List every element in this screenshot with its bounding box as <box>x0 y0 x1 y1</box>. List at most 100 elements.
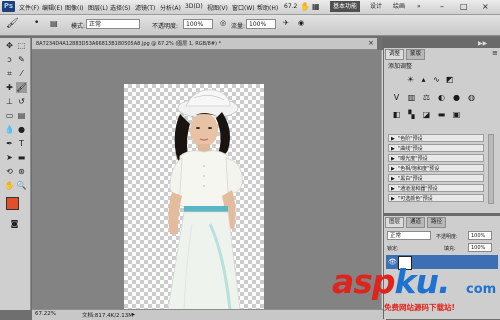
gradient-map-icon[interactable]: ▬ <box>437 110 446 119</box>
tab-adjustments[interactable]: 调整 <box>385 49 405 60</box>
marquee-tool-icon[interactable]: ⬚ <box>16 40 27 51</box>
menu-bar: Ps 文件(F) 编辑(E) 图像(I) 图层(L) 选择(S) 滤镜(T) 分… <box>0 0 500 15</box>
document-canvas[interactable] <box>124 84 264 310</box>
menu-image[interactable]: 图像(I) <box>65 3 83 12</box>
preset-levels[interactable]: ▶ "色阶"预设 <box>388 134 484 142</box>
quick-select-tool-icon[interactable]: ✎ <box>16 54 27 65</box>
airbrush-icon[interactable]: ✈ <box>283 19 289 27</box>
brightness-contrast-icon[interactable]: ☀ <box>406 75 415 84</box>
tablet-pressure-icon[interactable]: ◎ <box>220 19 226 27</box>
minimize-icon[interactable]: – <box>440 2 444 12</box>
zoom-tool-icon[interactable]: 🔍 <box>16 180 27 191</box>
menu-3d[interactable]: 3D(D) <box>185 3 203 10</box>
exposure-icon[interactable]: ◩ <box>445 75 454 84</box>
options-bar: 🖌 • ▤ 模式: 正常 不透明度: 100% ◎ 流量: 100% ✈ ◉ <box>0 15 500 36</box>
3d-camera-tool-icon[interactable]: ⊛ <box>16 166 27 177</box>
invert-icon[interactable]: ◧ <box>392 110 401 119</box>
status-doc-size: 文档:817.4K/2.13M <box>82 313 134 319</box>
3d-rotate-tool-icon[interactable]: ⟲ <box>4 166 15 177</box>
aspku-watermark: aspku. com 免费网站源码下载站! <box>330 262 500 319</box>
photo-filter-icon[interactable]: ● <box>452 93 461 102</box>
workspace-painting-button[interactable]: 绘画 <box>393 2 405 12</box>
quick-mask-icon[interactable]: ◙ <box>9 218 20 229</box>
workspace-design-button[interactable]: 设计 <box>370 2 382 12</box>
preset-exposure[interactable]: ▶ "曝光度"预设 <box>388 154 484 162</box>
foreground-color-swatch[interactable] <box>6 197 19 210</box>
black-white-icon[interactable]: ◐ <box>437 93 446 102</box>
layer-opacity-input[interactable]: 100% <box>468 231 492 240</box>
brush-tool-icon[interactable]: 🖌 <box>16 82 27 93</box>
crop-tool-icon[interactable]: ⌗ <box>4 68 15 79</box>
channel-mixer-icon[interactable]: ◍ <box>467 93 476 102</box>
panel-menu-icon[interactable]: ≡ <box>492 49 498 57</box>
menu-help[interactable]: 帮助(H) <box>257 3 278 12</box>
menu-window[interactable]: 窗口(W) <box>232 3 255 12</box>
preset-curves[interactable]: ▶ "曲线"预设 <box>388 144 484 152</box>
tab-paths[interactable]: 路径 <box>427 217 447 228</box>
menu-select[interactable]: 选择(S) <box>110 3 131 12</box>
mode-select[interactable]: 正常 <box>86 19 140 29</box>
tab-masks[interactable]: 蒙版 <box>406 49 426 60</box>
tab-layers[interactable]: 图层 <box>385 217 405 228</box>
fill-input[interactable]: 100% <box>468 243 492 252</box>
path-select-tool-icon[interactable]: ➤ <box>4 152 15 163</box>
woman-in-white-photo <box>167 89 243 310</box>
type-tool-icon[interactable]: T <box>16 138 27 149</box>
preset-black-white[interactable]: ▶ "黑白"预设 <box>388 174 484 182</box>
close-icon[interactable]: × <box>482 2 489 12</box>
brush-panel-icon[interactable]: ▤ <box>50 19 58 28</box>
healing-brush-tool-icon[interactable]: ✚ <box>4 82 15 93</box>
brush-tool-icon[interactable]: 🖌 <box>6 18 19 29</box>
pen-tool-icon[interactable]: ✒ <box>4 138 15 149</box>
color-balance-icon[interactable]: ⚖ <box>422 93 431 102</box>
menu-view[interactable]: 视图(V) <box>207 3 228 12</box>
preset-hue-saturation[interactable]: ▶ "色相/饱和度"预设 <box>388 164 484 172</box>
preset-selective-color[interactable]: ▶ "可选颜色"预设 <box>388 194 484 202</box>
presets-scrollbar[interactable] <box>488 134 494 204</box>
maximize-icon[interactable]: □ <box>460 2 468 12</box>
collapse-panels-icon[interactable]: ▶▶ <box>478 40 487 47</box>
arrange-docs-icon[interactable]: ▦ <box>312 2 320 12</box>
document-tab[interactable]: 8A7234D4A12883D53A66813B180505A8.jpg @ 6… <box>32 38 377 50</box>
threshold-icon[interactable]: ◪ <box>422 110 431 119</box>
hand-icon[interactable]: ✋ <box>300 2 310 12</box>
brush-preset-icon[interactable]: • <box>34 18 39 28</box>
eraser-tool-icon[interactable]: ▭ <box>4 110 15 121</box>
menu-edit[interactable]: 编辑(E) <box>42 3 62 12</box>
menu-analysis[interactable]: 分析(A) <box>160 3 181 12</box>
opacity-input[interactable]: 100% <box>183 19 213 29</box>
flow-input[interactable]: 100% <box>246 19 276 29</box>
preset-channel-mixer[interactable]: ▶ "通道混和器"预设 <box>388 184 484 192</box>
tab-channels[interactable]: 通道 <box>406 217 426 228</box>
posterize-icon[interactable]: ▚ <box>407 110 416 119</box>
history-brush-tool-icon[interactable]: ↺ <box>16 96 27 107</box>
hue-saturation-icon[interactable]: ▥ <box>407 93 416 102</box>
menu-layer[interactable]: 图层(L) <box>88 3 108 12</box>
more-workspaces-button[interactable]: » <box>417 2 421 12</box>
shape-tool-icon[interactable]: ▬ <box>16 152 27 163</box>
lasso-tool-icon[interactable]: ↄ <box>4 54 15 65</box>
gradient-tool-icon[interactable]: ▤ <box>16 110 27 121</box>
menu-file[interactable]: 文件(F) <box>19 3 39 12</box>
selective-color-icon[interactable]: ▣ <box>452 110 461 119</box>
document-close-icon[interactable]: × <box>368 39 374 47</box>
watermark-slogan: 免费网站源码下载站! <box>384 303 455 312</box>
eyedropper-tool-icon[interactable]: ⁄ <box>16 68 27 79</box>
blur-tool-icon[interactable]: 💧 <box>4 124 15 135</box>
menu-filter[interactable]: 滤镜(T) <box>135 3 155 12</box>
blend-mode-select[interactable]: 正常 <box>387 231 431 240</box>
workspace-essentials-button[interactable]: 基本功能 <box>330 1 360 12</box>
move-tool-icon[interactable]: ✥ <box>4 40 15 51</box>
layer-opacity-label: 不透明度: <box>436 234 458 240</box>
clone-stamp-tool-icon[interactable]: ⊥ <box>4 96 15 107</box>
curves-icon[interactable]: ∿ <box>432 75 441 84</box>
levels-icon[interactable]: ▴ <box>419 75 428 84</box>
lock-label: 锁定: <box>387 246 399 252</box>
status-menu-arrow-icon[interactable]: ▸ <box>132 311 135 318</box>
dodge-tool-icon[interactable]: ● <box>16 124 27 135</box>
tablet-size-icon[interactable]: ◉ <box>298 19 304 27</box>
vibrance-icon[interactable]: V <box>392 93 401 102</box>
zoom-level[interactable]: 67.2 <box>284 2 297 12</box>
status-zoom[interactable]: 67.22% <box>35 311 56 317</box>
hand-tool-icon[interactable]: ✋ <box>4 180 15 191</box>
